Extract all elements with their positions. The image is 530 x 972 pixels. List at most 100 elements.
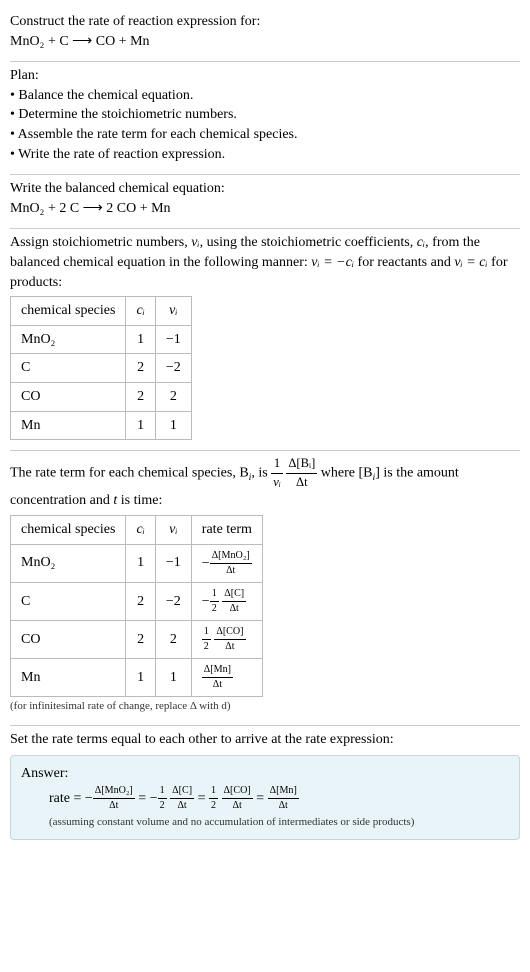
- denominator: νᵢ: [271, 474, 283, 492]
- text: where [B: [321, 465, 373, 480]
- relation-reactants: νᵢ = −cᵢ: [311, 255, 354, 270]
- fraction: Δ[MnO₂]Δt: [210, 549, 252, 578]
- numerator: Δ[CO]: [214, 625, 245, 640]
- cell-ci: 1: [126, 544, 155, 582]
- text: The rate term for each chemical species,…: [10, 465, 249, 480]
- fraction: Δ[C]Δt: [222, 587, 246, 616]
- col-nui: νᵢ: [155, 515, 191, 544]
- cell-nui: −2: [155, 582, 191, 620]
- denominator: Δt: [222, 799, 253, 813]
- cell-rate-term: −12 Δ[C]Δt: [191, 582, 262, 620]
- cell-nui: 1: [155, 411, 191, 440]
- cell-ci: 2: [126, 382, 155, 411]
- equals: =: [138, 791, 149, 806]
- fraction: 12: [158, 784, 167, 813]
- cell-nui: 2: [155, 382, 191, 411]
- col-species: chemical species: [11, 297, 126, 326]
- cell-ci: 2: [126, 354, 155, 383]
- fraction: Δ[Mn]Δt: [268, 784, 299, 813]
- unbalanced-equation: MnO₂ + C ⟶ CO + Mn: [10, 32, 520, 52]
- numerator: Δ[Bᵢ]: [286, 455, 317, 474]
- table-row: CO 2 2 12 Δ[CO]Δt: [11, 620, 263, 658]
- relation-products: νᵢ = cᵢ: [454, 255, 487, 270]
- numerator: Δ[MnO₂]: [210, 549, 252, 564]
- table-row: Mn 1 1: [11, 411, 192, 440]
- neg-sign: −: [150, 791, 158, 806]
- denominator: Δt: [268, 799, 299, 813]
- rate-term-section: The rate term for each chemical species,…: [10, 451, 520, 725]
- answer-box: Answer: rate = −Δ[MnO₂]Δt = −12 Δ[C]Δt =…: [10, 755, 520, 839]
- cell-nui: −2: [155, 354, 191, 383]
- rate-label: rate =: [49, 791, 85, 806]
- answer-label: Answer:: [21, 764, 509, 784]
- table-row: C 2 −2: [11, 354, 192, 383]
- cell-species: CO: [11, 620, 126, 658]
- cell-species: C: [11, 582, 126, 620]
- balanced-section: Write the balanced chemical equation: Mn…: [10, 175, 520, 228]
- neg-sign: −: [202, 555, 210, 570]
- c-i: cᵢ: [417, 235, 425, 250]
- plan-bullet: • Write the rate of reaction expression.: [10, 145, 520, 165]
- text: , is: [251, 465, 271, 480]
- plan-title: Plan:: [10, 66, 520, 86]
- rate-term-intro: The rate term for each chemical species,…: [10, 455, 520, 511]
- text: Assign stoichiometric numbers,: [10, 235, 191, 250]
- fraction: Δ[CO]Δt: [214, 625, 245, 654]
- expression-section: Set the rate terms equal to each other t…: [10, 726, 520, 850]
- denominator: 2: [158, 799, 167, 813]
- delta-note: (for infinitesimal rate of change, repla…: [10, 699, 520, 714]
- cell-ci: 2: [126, 620, 155, 658]
- col-nui: νᵢ: [155, 297, 191, 326]
- expression-title: Set the rate terms equal to each other t…: [10, 730, 520, 750]
- stoich-section: Assign stoichiometric numbers, νᵢ, using…: [10, 229, 520, 450]
- cell-ci: 2: [126, 582, 155, 620]
- cell-species: MnO₂: [11, 544, 126, 582]
- table-row: CO 2 2: [11, 382, 192, 411]
- rate-expression: rate = −Δ[MnO₂]Δt = −12 Δ[C]Δt = 12 Δ[CO…: [21, 784, 509, 813]
- balanced-equation: MnO₂ + 2 C ⟶ 2 CO + Mn: [10, 199, 520, 219]
- cell-ci: 1: [126, 411, 155, 440]
- denominator: Δt: [170, 799, 194, 813]
- prompt-title: Construct the rate of reaction expressio…: [10, 12, 520, 32]
- equals: =: [256, 791, 267, 806]
- cell-rate-term: 12 Δ[CO]Δt: [191, 620, 262, 658]
- denominator: 2: [209, 799, 218, 813]
- fraction: Δ[C]Δt: [170, 784, 194, 813]
- stoich-intro: Assign stoichiometric numbers, νᵢ, using…: [10, 233, 520, 292]
- cell-nui: −1: [155, 325, 191, 354]
- cell-rate-term: Δ[Mn]Δt: [191, 659, 262, 697]
- numerator: 1: [209, 784, 218, 799]
- cell-ci: 1: [126, 659, 155, 697]
- stoich-table: chemical species cᵢ νᵢ MnO₂ 1 −1 C 2 −2 …: [10, 296, 192, 440]
- denominator: Δt: [286, 474, 317, 492]
- numerator: Δ[CO]: [222, 784, 253, 799]
- fraction: 12: [209, 784, 218, 813]
- fraction: Δ[MnO₂]Δt: [93, 784, 135, 813]
- fraction: Δ[Bᵢ]Δt: [286, 455, 317, 491]
- table-row: MnO₂ 1 −1: [11, 325, 192, 354]
- numerator: Δ[Mn]: [202, 663, 233, 678]
- fraction: 1νᵢ: [271, 455, 283, 491]
- table-row: Mn 1 1 Δ[Mn]Δt: [11, 659, 263, 697]
- cell-nui: 2: [155, 620, 191, 658]
- col-rate-term: rate term: [191, 515, 262, 544]
- numerator: Δ[Mn]: [268, 784, 299, 799]
- denominator: 2: [202, 640, 211, 654]
- plan-bullet: • Balance the chemical equation.: [10, 86, 520, 106]
- numerator: Δ[C]: [222, 587, 246, 602]
- denominator: 2: [210, 602, 219, 616]
- fraction: Δ[Mn]Δt: [202, 663, 233, 692]
- neg-sign: −: [202, 594, 210, 609]
- cell-species: Mn: [11, 411, 126, 440]
- cell-species: CO: [11, 382, 126, 411]
- table-row: MnO₂ 1 −1 −Δ[MnO₂]Δt: [11, 544, 263, 582]
- neg-sign: −: [85, 791, 93, 806]
- numerator: 1: [271, 455, 283, 474]
- fraction: Δ[CO]Δt: [222, 784, 253, 813]
- numerator: 1: [210, 587, 219, 602]
- cell-ci: 1: [126, 325, 155, 354]
- denominator: Δt: [214, 640, 245, 654]
- cell-nui: 1: [155, 659, 191, 697]
- fraction: 12: [210, 587, 219, 616]
- nu-i: νᵢ: [191, 235, 199, 250]
